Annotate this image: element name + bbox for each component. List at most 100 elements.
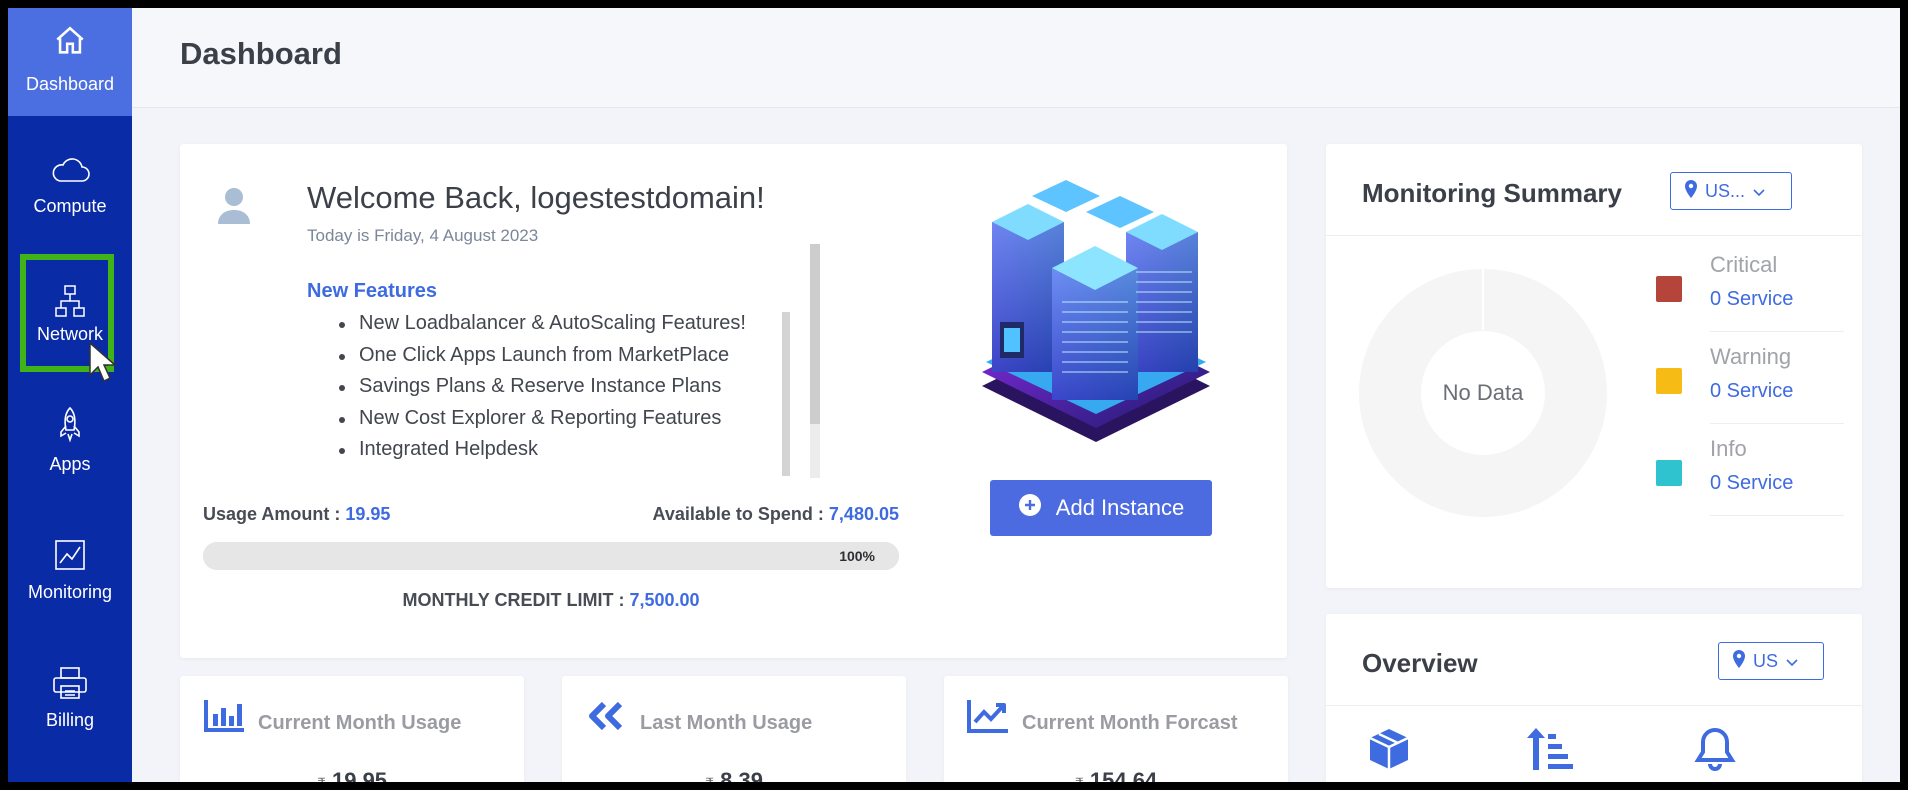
stat-title: Current Month Usage (258, 712, 462, 734)
bell-icon[interactable] (1694, 726, 1736, 777)
available-to-spend: Available to Spend : 7,480.05 (653, 504, 899, 525)
available-value: 7,480.05 (828, 504, 899, 524)
sort-amount-icon[interactable] (1526, 726, 1574, 777)
card-header: Overview US (1326, 614, 1862, 706)
usage-row: Usage Amount : 19.95 Available to Spend … (203, 504, 899, 524)
credit-limit: MONTHLY CREDIT LIMIT : 7,500.00 (180, 590, 922, 611)
welcome-card: Welcome Back, logestestdomain! Today is … (180, 144, 1287, 658)
usage-progress-bar: 100% (203, 542, 899, 570)
card-title: Overview (1362, 648, 1478, 678)
region-value: US (1753, 650, 1779, 671)
stat-amount: 19.95 (331, 768, 388, 782)
legend-name: Info (1710, 436, 1747, 461)
user-icon (216, 186, 252, 231)
scrollbar-thumb[interactable] (810, 244, 820, 424)
last-month-usage-card: Last Month Usage ₹ 8.39 (562, 676, 906, 782)
legend-name: Warning (1710, 344, 1792, 369)
region-dropdown[interactable]: US (1718, 642, 1824, 680)
currency-symbol: ₹ (1075, 775, 1084, 782)
features-list: New Loadbalancer & AutoScaling Features!… (335, 308, 746, 466)
sidebar-item-monitoring[interactable]: Monitoring (8, 514, 132, 642)
progress-fill (203, 542, 899, 570)
sidebar-item-compute[interactable]: Compute (8, 128, 132, 256)
legend-info: Info 0 Service (1656, 424, 1844, 516)
region-dropdown[interactable]: US... (1670, 172, 1792, 210)
sidebar-item-label: Monitoring (27, 582, 113, 602)
region-value: US... (1705, 180, 1746, 201)
app-window: Dashboard Compute Network Apps Monitorin… (8, 8, 1900, 782)
add-instance-label: Add Instance (1055, 495, 1185, 520)
progress-text: 100% (839, 548, 875, 564)
chevron-down-icon (1786, 651, 1798, 672)
info-service-link[interactable]: 0 Service (1710, 472, 1793, 495)
rocket-icon (8, 404, 132, 446)
bar-chart-icon (202, 698, 246, 739)
mouse-cursor-icon (88, 341, 118, 388)
sidebar-item-label: Apps (49, 454, 91, 474)
monitoring-summary-card: Monitoring Summary US... No Data Critica… (1326, 144, 1862, 588)
list-item: One Click Apps Launch from MarketPlace (335, 340, 729, 372)
sidebar-item-label: Billing (45, 710, 95, 730)
cloud-icon (8, 150, 132, 192)
available-label: Available to Spend : (652, 504, 824, 524)
server-illustration (976, 172, 1216, 467)
legend-critical: Critical 0 Service (1656, 240, 1844, 332)
list-item: Savings Plans & Reserve Instance Plans (335, 371, 721, 403)
critical-swatch (1656, 276, 1682, 302)
chevron-down-icon (1753, 181, 1765, 202)
warning-service-link[interactable]: 0 Service (1710, 380, 1793, 403)
chart-line-icon (8, 534, 132, 576)
stat-amount: 154.64 (1089, 768, 1158, 782)
content-scrollbar[interactable] (810, 244, 820, 478)
credit-label: MONTHLY CREDIT LIMIT : (402, 590, 625, 610)
welcome-title: Welcome Back, logestestdomain! (307, 180, 765, 215)
info-swatch (1656, 460, 1682, 486)
list-item: New Loadbalancer & AutoScaling Features! (335, 308, 746, 340)
double-chevron-left-icon (584, 698, 628, 739)
list-item: Integrated Helpdesk (335, 434, 675, 466)
sidebar-item-dashboard[interactable]: Dashboard (8, 8, 132, 116)
usage-label: Usage Amount : (203, 504, 341, 524)
features-title: New Features (307, 280, 438, 302)
card-header: Monitoring Summary US... (1326, 144, 1862, 236)
divider (1710, 515, 1844, 516)
plus-circle-icon (1018, 493, 1042, 523)
map-pin-icon (1685, 179, 1697, 203)
currency-symbol: ₹ (705, 775, 714, 782)
list-item: New Cost Explorer & Reporting Features (335, 403, 721, 435)
trend-up-icon (966, 698, 1010, 739)
date-text: Today is Friday, 4 August 2023 (307, 226, 539, 245)
stat-value: ₹ 154.64 (944, 768, 1288, 782)
printer-icon (8, 662, 132, 704)
credit-value: 7,500.00 (629, 590, 700, 610)
sidebar-item-billing[interactable]: Billing (8, 642, 132, 770)
usage-amount: Usage Amount : 19.95 (203, 504, 390, 525)
overview-card: Overview US (1326, 614, 1862, 782)
stat-value: ₹ 8.39 (562, 768, 906, 782)
home-icon (8, 20, 132, 62)
current-month-forcast-card: Current Month Forcast ₹ 154.64 (944, 676, 1288, 782)
usage-value: 19.95 (345, 504, 391, 524)
currency-symbol: ₹ (317, 775, 326, 782)
no-data-label: No Data (1442, 380, 1524, 405)
sidebar: Dashboard Compute Network Apps Monitorin… (8, 8, 132, 782)
page-title: Dashboard (180, 36, 342, 71)
legend-name: Critical (1710, 252, 1778, 277)
stat-title: Last Month Usage (640, 712, 813, 734)
map-pin-icon (1733, 649, 1745, 673)
card-title: Monitoring Summary (1362, 178, 1623, 208)
features-scrollbar[interactable] (782, 312, 790, 476)
stat-title: Current Month Forcast (1022, 712, 1238, 734)
page-header: Dashboard (132, 8, 1900, 108)
network-icon (8, 280, 132, 322)
sidebar-item-label: Dashboard (25, 74, 115, 94)
current-month-usage-card: Current Month Usage ₹ 19.95 (180, 676, 524, 782)
add-instance-button[interactable]: Add Instance (990, 480, 1212, 536)
cube-icon[interactable] (1366, 726, 1412, 777)
critical-service-link[interactable]: 0 Service (1710, 288, 1793, 311)
warning-swatch (1656, 368, 1682, 394)
stat-value: ₹ 19.95 (180, 768, 524, 782)
sidebar-item-label: Compute (33, 196, 107, 216)
sidebar-item-apps[interactable]: Apps (8, 386, 132, 514)
stat-amount: 8.39 (720, 768, 763, 782)
